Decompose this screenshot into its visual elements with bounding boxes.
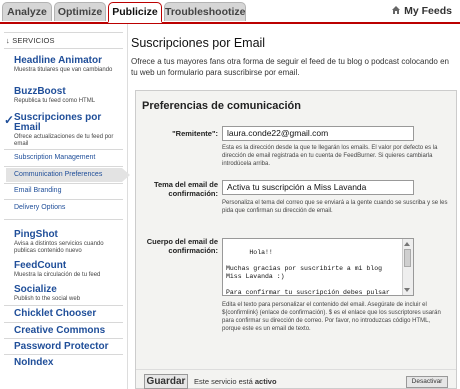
sidebar-divider bbox=[4, 32, 123, 33]
sidebar-item-creative-commons[interactable]: Creative Commons bbox=[14, 326, 124, 336]
sidebar-item-title: Socialize bbox=[14, 284, 57, 295]
panel-divider bbox=[136, 369, 456, 370]
body-help-text: Edita el texto para personalizar el cont… bbox=[222, 302, 441, 332]
sidebar-divider bbox=[4, 199, 123, 200]
from-email-field[interactable]: laura.conde22@gmail.com bbox=[222, 126, 414, 141]
sidebar-sublink-subscription-management[interactable]: Subscription Management bbox=[14, 154, 95, 161]
sidebar-divider bbox=[4, 354, 123, 355]
sidebar-item-noindex[interactable]: NoIndex bbox=[14, 358, 124, 368]
sidebar-item-subtitle: Avisa a distintos servicios cuando publi… bbox=[14, 241, 104, 254]
sidebar-item-subtitle: Republica tu feed como HTML bbox=[14, 98, 96, 104]
home-icon bbox=[392, 6, 401, 14]
sidebar-item-feedcount[interactable]: FeedCount Muestra la circulación de tu f… bbox=[14, 261, 124, 279]
sidebar-item-email-subscriptions[interactable]: Suscripciones por Email Ofrece actualiza… bbox=[14, 113, 118, 148]
selected-arrow-icon bbox=[122, 168, 130, 182]
sidebar-section-label: SERVICIOS bbox=[12, 36, 55, 45]
panel-title: Preferencias de comunicación bbox=[142, 100, 301, 112]
tab-optimize[interactable]: Optimize bbox=[54, 2, 106, 21]
sidebar-item-pingshot[interactable]: PingShot Avisa a distintos servicios cua… bbox=[14, 230, 124, 255]
sidebar-sublink-email-branding[interactable]: Email Branding bbox=[14, 187, 61, 194]
sidebar-sublink-communication-preferences[interactable]: Communication Preferences bbox=[6, 168, 130, 182]
page-description: Ofrece a tus mayores fans otra forma de … bbox=[131, 57, 449, 77]
main-content: Suscripciones por Email Ofrece a tus may… bbox=[131, 24, 460, 389]
sidebar-divider bbox=[4, 305, 123, 306]
my-feeds-link[interactable]: My Feeds bbox=[391, 5, 452, 17]
body-textarea[interactable]: Hola!! Muchas gracias por suscribirte a … bbox=[222, 238, 414, 296]
sidebar-item-subtitle: Publish to the social web bbox=[14, 296, 81, 302]
sidebar-item-title: Creative Commons bbox=[14, 325, 106, 336]
scroll-down-icon[interactable] bbox=[404, 288, 410, 292]
from-label: "Remitente": bbox=[172, 129, 218, 138]
sidebar-item-subtitle: Ofrece actualizaciones de tu feed por em… bbox=[14, 134, 114, 147]
sidebar-item-subtitle: Muestra la circulación de tu feed bbox=[14, 272, 101, 278]
communication-preferences-panel: Preferencias de comunicación "Remitente"… bbox=[135, 90, 457, 389]
sidebar-item-title: Headline Animator bbox=[14, 55, 102, 66]
scroll-thumb[interactable] bbox=[404, 249, 411, 267]
sidebar-item-title: NoIndex bbox=[14, 357, 54, 368]
sidebar-divider bbox=[4, 338, 123, 339]
scroll-up-icon[interactable] bbox=[404, 242, 410, 246]
textarea-scrollbar[interactable] bbox=[402, 239, 413, 295]
sidebar-item-password-protector[interactable]: Password Protector bbox=[14, 342, 124, 352]
sidebar-divider bbox=[4, 166, 123, 167]
sidebar-item-socialize[interactable]: Socialize Publish to the social web bbox=[14, 285, 124, 303]
body-text: Hola!! Muchas gracias por suscribirte a … bbox=[226, 249, 390, 296]
subject-help-text: Personaliza el tema del correo que se en… bbox=[222, 200, 448, 214]
sidebar-item-buzzboost[interactable]: BuzzBoost Republica tu feed como HTML bbox=[14, 87, 124, 105]
sidebar-item-headline-animator[interactable]: Headline Animator Muestra titulares que … bbox=[14, 56, 124, 74]
tab-analyze[interactable]: Analyze bbox=[2, 2, 52, 21]
sidebar-item-title: BuzzBoost bbox=[14, 86, 66, 97]
service-status: Este servicio está activo bbox=[194, 377, 277, 386]
sidebar-section-title: ↓ SERVICIOS bbox=[6, 36, 55, 45]
from-help-text: Esta es la dirección desde la que te lle… bbox=[222, 145, 438, 167]
sidebar-sublink-delivery-options[interactable]: Delivery Options bbox=[14, 204, 65, 211]
sidebar-divider bbox=[4, 183, 123, 184]
subject-field[interactable]: Activa tu suscripción a Miss Lavanda bbox=[222, 180, 414, 195]
sidebar-divider bbox=[4, 149, 123, 150]
sidebar-divider bbox=[4, 322, 123, 323]
sidebar-divider bbox=[4, 219, 123, 220]
sidebar-item-title: PingShot bbox=[14, 229, 58, 240]
sidebar: ↓ SERVICIOS Headline Animator Muestra ti… bbox=[0, 24, 130, 389]
sidebar-sublink-label: Communication Preferences bbox=[14, 171, 103, 178]
sidebar-item-title: FeedCount bbox=[14, 260, 67, 271]
tab-publicize[interactable]: Publicize bbox=[108, 2, 162, 23]
sidebar-item-title: Suscripciones por Email bbox=[14, 112, 102, 133]
sidebar-item-title: Chicklet Chooser bbox=[14, 308, 97, 319]
sidebar-item-subtitle: Muestra titulares que van cambiando bbox=[14, 67, 113, 73]
tab-troubleshootize[interactable]: Troubleshootize bbox=[164, 2, 246, 21]
page-title: Suscripciones por Email bbox=[131, 36, 266, 50]
sidebar-item-chicklet-chooser[interactable]: Chicklet Chooser bbox=[14, 309, 124, 319]
body-label: Cuerpo del email de confirmación: bbox=[146, 237, 218, 255]
sidebar-item-title: Password Protector bbox=[14, 341, 109, 352]
subject-label: Tema del email de confirmación: bbox=[153, 180, 218, 198]
top-tab-bar: Analyze Optimize Publicize Troubleshooti… bbox=[0, 0, 460, 24]
save-button[interactable]: Guardar bbox=[144, 374, 188, 389]
my-feeds-label: My Feeds bbox=[404, 5, 452, 17]
checkmark-icon: ✓ bbox=[4, 113, 15, 127]
status-value: activo bbox=[254, 377, 277, 386]
status-prefix: Este servicio está bbox=[194, 377, 255, 386]
sidebar-divider bbox=[4, 48, 123, 49]
deactivate-button[interactable]: Desactivar bbox=[406, 376, 448, 388]
